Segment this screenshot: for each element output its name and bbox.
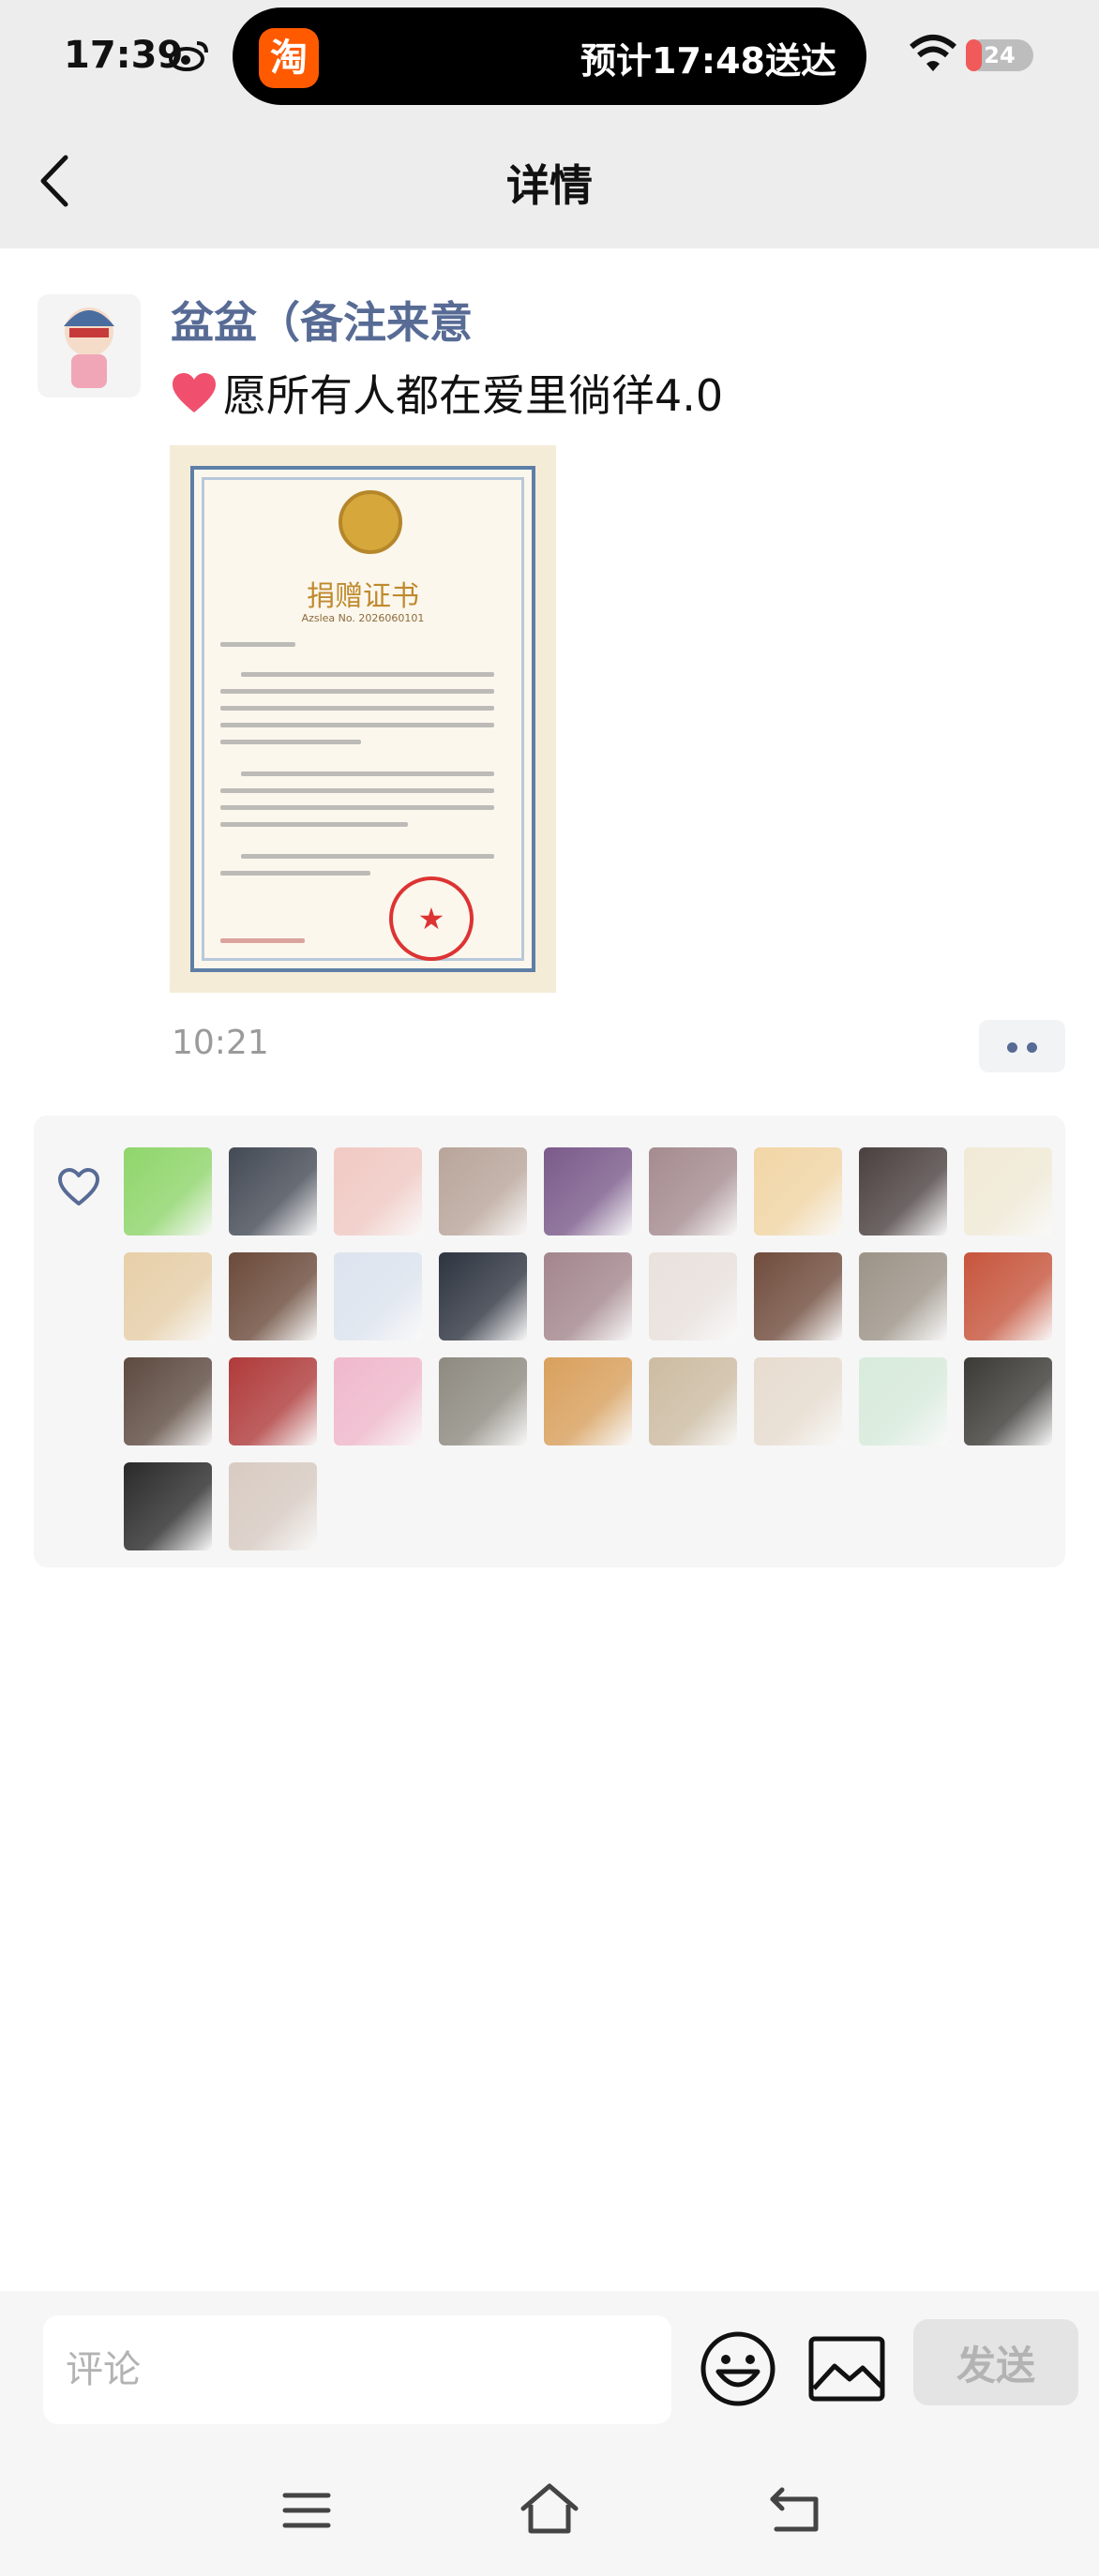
certificate-frame: 捐赠证书 Azslea No. 2026060101 ★ <box>190 466 535 972</box>
like-avatar-cartoon-sheep[interactable] <box>334 1147 422 1236</box>
comment-bar: 发送 <box>0 2291 1099 2576</box>
like-avatar-long-hair-girl[interactable] <box>229 1147 317 1236</box>
like-avatar-horse[interactable] <box>649 1147 737 1236</box>
certificate-title: 捐赠证书 <box>307 580 419 613</box>
heart-emoji-icon <box>173 373 216 412</box>
post-image[interactable]: 捐赠证书 Azslea No. 2026060101 ★ <box>170 445 556 993</box>
likes-section <box>34 1116 1065 1567</box>
post-time: 10:21 <box>172 1024 269 1062</box>
page-title: 详情 <box>506 160 593 211</box>
like-heart-icon <box>58 1168 99 1206</box>
menu-icon[interactable] <box>281 2490 332 2531</box>
avatar[interactable] <box>38 294 141 397</box>
like-avatar-cat-hat[interactable] <box>439 1147 527 1236</box>
like-avatar-boy-portrait[interactable] <box>124 1462 212 1550</box>
wifi-icon <box>910 35 956 71</box>
send-button[interactable]: 发送 <box>913 2319 1078 2405</box>
image-icon[interactable] <box>808 2336 885 2402</box>
nav-back-icon[interactable] <box>767 2486 821 2533</box>
like-avatar-grey-cat[interactable] <box>859 1252 947 1340</box>
weibo-icon <box>169 41 208 71</box>
like-avatar-blonde-girl[interactable] <box>124 1252 212 1340</box>
more-dot-icon <box>1027 1042 1037 1053</box>
comment-input[interactable] <box>43 2315 671 2424</box>
like-avatar-sunset-silhouette-2[interactable] <box>754 1252 842 1340</box>
like-avatar-selfie-girl[interactable] <box>229 1462 317 1550</box>
like-avatar-white-cat-girl[interactable] <box>649 1252 737 1340</box>
like-avatar-heart-sticker[interactable] <box>124 1147 212 1236</box>
more-dot-icon <box>1007 1042 1017 1053</box>
like-avatar-dark-room[interactable] <box>964 1357 1052 1445</box>
battery-text: 24 <box>984 42 1016 68</box>
taobao-app-icon: 淘 <box>259 28 319 88</box>
like-avatar-work-cat[interactable] <box>334 1252 422 1340</box>
like-avatar-cartoon-doll[interactable] <box>964 1147 1052 1236</box>
gold-badge-icon <box>339 490 402 554</box>
emoji-icon[interactable] <box>700 2330 776 2407</box>
home-icon[interactable] <box>519 2482 580 2535</box>
delivery-estimate: 预计17:48送达 <box>580 40 836 82</box>
like-avatar-orange-cat[interactable] <box>544 1357 632 1445</box>
like-avatar-white-kitten[interactable] <box>754 1357 842 1445</box>
status-time: 17:39 <box>64 34 184 77</box>
like-avatar-rabbit-dark[interactable] <box>439 1252 527 1340</box>
dynamic-island[interactable]: 淘 预计17:48送达 <box>233 7 866 105</box>
post-text: 愿所有人都在爱里徜徉4.0 <box>171 362 723 424</box>
more-actions-button[interactable] <box>979 1020 1065 1072</box>
like-avatar-sunglasses-woman[interactable] <box>124 1357 212 1445</box>
like-avatar-bunny-girl[interactable] <box>754 1147 842 1236</box>
like-avatar-glasses-cat[interactable] <box>649 1357 737 1445</box>
red-seal-icon: ★ <box>389 876 474 961</box>
like-avatar-sunset-silhouette[interactable] <box>229 1252 317 1340</box>
post-username[interactable]: 盆盆（备注来意 <box>171 289 473 351</box>
like-avatar-cake-bird[interactable] <box>964 1252 1052 1340</box>
like-avatar-red-hair-girl[interactable] <box>229 1357 317 1445</box>
top-bar: 17:39 淘 预计17:48送达 24 详情 <box>0 0 1099 248</box>
certificate-number: Azslea No. 2026060101 <box>301 612 425 624</box>
like-avatar-man-portrait[interactable] <box>859 1147 947 1236</box>
like-avatar-cat-beanie[interactable] <box>439 1357 527 1445</box>
like-avatar-cartoon-bear[interactable] <box>859 1357 947 1445</box>
battery-indicator: 24 <box>966 39 1033 71</box>
like-avatar-doll-face[interactable] <box>544 1252 632 1340</box>
post-text-content: 愿所有人都在爱里徜徉4.0 <box>223 370 724 421</box>
like-avatar-purple-cat[interactable] <box>544 1147 632 1236</box>
like-avatar-pink-cartoon[interactable] <box>334 1357 422 1445</box>
